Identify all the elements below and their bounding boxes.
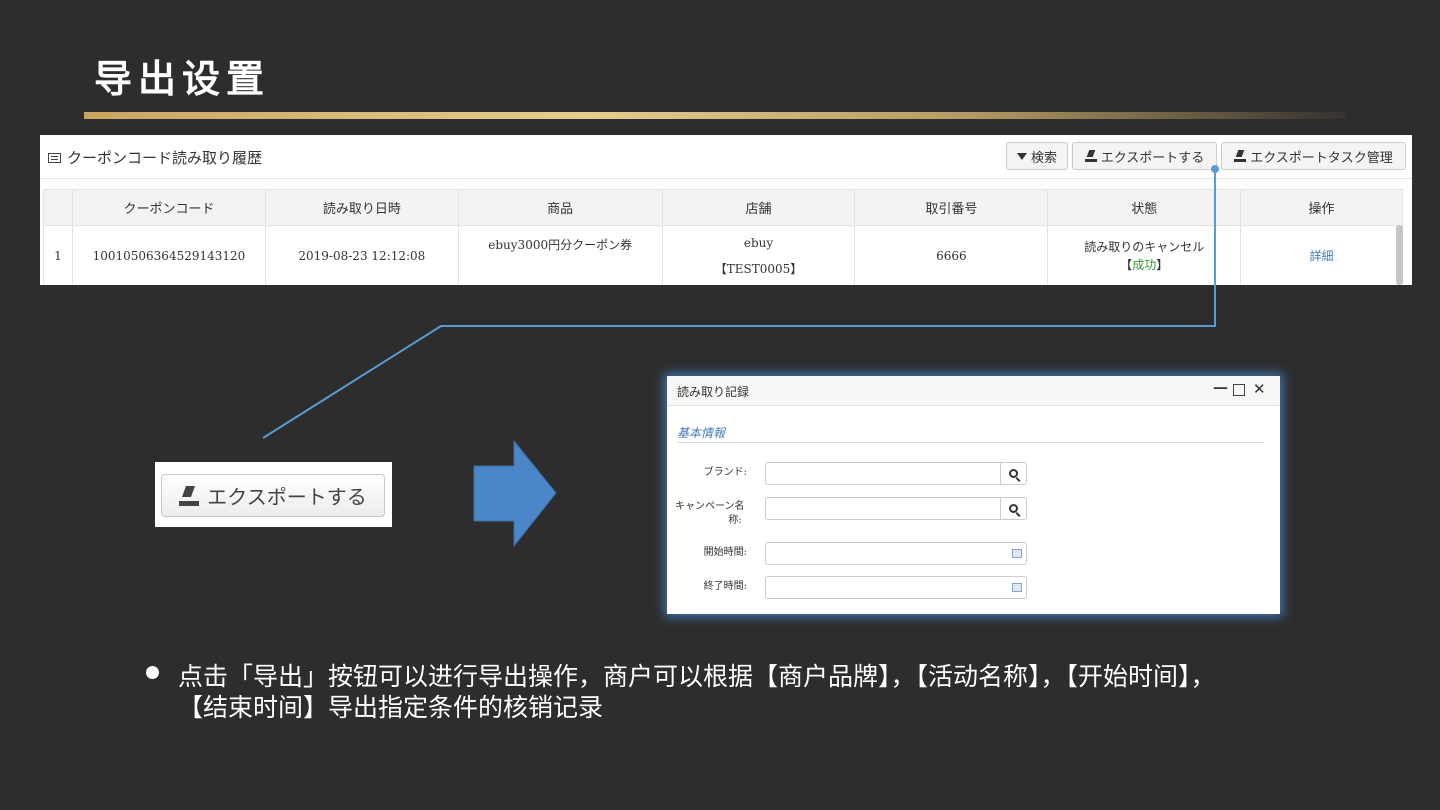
- export-task-button-label: エクスポートタスク管理: [1250, 150, 1393, 166]
- right-arrow-icon: [473, 439, 557, 548]
- store-code: 【TEST0005】: [714, 261, 803, 276]
- col-header-trade-no[interactable]: 取引番号: [854, 189, 1049, 226]
- store-name: ebuy: [743, 235, 774, 250]
- campaign-field[interactable]: [765, 497, 1027, 520]
- campaign-label-line1: キャンペーン名: [675, 501, 745, 512]
- gold-divider: [84, 112, 1346, 119]
- cell-code: 10010506364529143120: [71, 225, 266, 285]
- cell-store: ebuy 【TEST0005】: [661, 225, 856, 285]
- search-button[interactable]: 検索: [1006, 142, 1068, 170]
- end-time-label: 終了時間:: [703, 581, 747, 592]
- cell-product-text: ebuy3000円分クーポン券: [488, 238, 633, 252]
- campaign-search-button[interactable]: [1000, 498, 1026, 519]
- detail-link[interactable]: 詳細: [1310, 249, 1334, 263]
- calendar-icon[interactable]: [1012, 549, 1022, 558]
- brand-field[interactable]: [765, 462, 1027, 485]
- search-icon: [1009, 469, 1018, 478]
- status-result: 【成功】: [1048, 256, 1240, 274]
- search-button-label: 検索: [1030, 150, 1057, 166]
- end-time-field[interactable]: [765, 576, 1027, 599]
- table-scrollbar[interactable]: [1396, 225, 1403, 285]
- close-icon[interactable]: ✕: [1253, 380, 1266, 398]
- start-time-label: 開始時間:: [703, 547, 747, 558]
- panel-title: クーポンコード読み取り履歴: [48, 147, 262, 168]
- history-table: クーポンコード 読み取り日時 商品 店舗 取引番号 状態 操作 1 100105…: [43, 189, 1403, 285]
- table-header-row: クーポンコード 読み取り日時 商品 店舗 取引番号 状態 操作: [43, 189, 1403, 226]
- status-text: 読み取りのキャンセル: [1084, 239, 1205, 254]
- zoomed-export-label: エクスポートする: [207, 485, 367, 509]
- brand-label: ブランド:: [703, 467, 747, 478]
- col-header-product[interactable]: 商品: [457, 189, 663, 226]
- col-header-store[interactable]: 店舗: [661, 189, 856, 226]
- cell-datetime: 2019-08-23 12:12:08: [264, 225, 459, 285]
- col-header-index: [43, 189, 73, 226]
- export-icon: [1084, 150, 1097, 162]
- export-task-button[interactable]: エクスポートタスク管理: [1221, 142, 1406, 170]
- slide-title: 导出设置: [94, 57, 271, 101]
- status-success: 成功: [1132, 257, 1157, 272]
- zoomed-export-button[interactable]: エクスポートする: [161, 474, 385, 517]
- zoomed-export-callout: エクスポートする: [155, 462, 392, 527]
- dialog-header: 読み取り記録 — ✕: [667, 376, 1280, 406]
- campaign-label: キャンペーン名 称:: [675, 500, 755, 528]
- panel-header: クーポンコード読み取り履歴 検索 エクスポートする エクスポートタスク管理: [40, 135, 1412, 179]
- status-bracket-open: 【: [1120, 257, 1133, 272]
- coupon-history-panel: クーポンコード読み取り履歴 検索 エクスポートする エクスポートタスク管理 クー…: [40, 135, 1412, 285]
- cell-trade-no: 6666: [854, 225, 1049, 285]
- export-icon: [179, 486, 200, 506]
- list-icon: [48, 152, 61, 163]
- export-button[interactable]: エクスポートする: [1072, 142, 1217, 170]
- cell-index: 1: [43, 225, 73, 285]
- col-header-status[interactable]: 状態: [1047, 189, 1242, 226]
- status-bracket-close: 】: [1156, 257, 1169, 272]
- calendar-icon[interactable]: [1012, 583, 1022, 592]
- campaign-label-line2: 称:: [728, 515, 742, 526]
- dialog-title: 読み取り記録: [677, 385, 750, 399]
- funnel-icon: [1016, 152, 1027, 160]
- panel-title-text: クーポンコード読み取り履歴: [67, 149, 263, 167]
- table-row[interactable]: 1 10010506364529143120 2019-08-23 12:12:…: [43, 225, 1403, 285]
- section-divider: [677, 442, 1264, 443]
- bullet-dot: [146, 666, 159, 679]
- search-icon: [1009, 504, 1018, 513]
- cell-status: 読み取りのキャンセル 【成功】: [1047, 225, 1242, 285]
- col-header-datetime[interactable]: 読み取り日時: [264, 189, 459, 226]
- cell-product: ebuy3000円分クーポン券: [457, 225, 663, 285]
- col-header-code[interactable]: クーポンコード: [71, 189, 266, 226]
- section-title: 基本情報: [677, 426, 726, 440]
- export-icon: [1234, 150, 1247, 162]
- col-header-action: 操作: [1240, 189, 1403, 226]
- start-time-field[interactable]: [765, 542, 1027, 565]
- brand-search-button[interactable]: [1000, 463, 1026, 484]
- export-dialog: 読み取り記録 — ✕ 基本情報 ブランド: キャンペーン名 称: 開始時間: 終…: [667, 376, 1280, 614]
- minimize-icon[interactable]: —: [1213, 378, 1228, 396]
- description-text: 点击「导出」按钮可以进行导出操作，商户可以根据【商户品牌】，【活动名称】，【开始…: [178, 662, 1216, 722]
- maximize-icon[interactable]: [1233, 384, 1245, 396]
- cell-action: 詳細: [1240, 225, 1403, 285]
- export-button-label: エクスポートする: [1100, 150, 1205, 166]
